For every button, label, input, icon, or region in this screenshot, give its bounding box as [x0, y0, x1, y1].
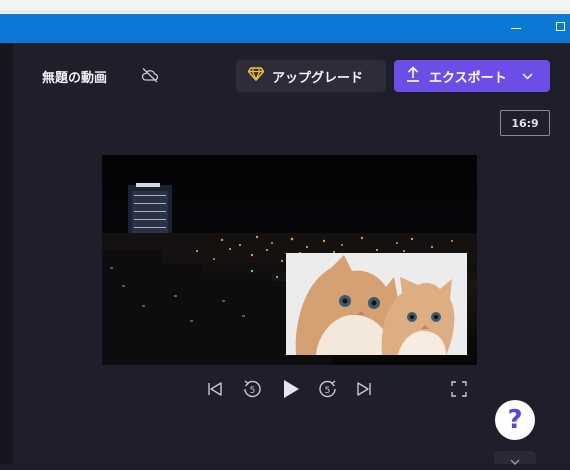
upgrade-label: アップグレード: [272, 70, 364, 86]
rewind-5-button[interactable]: 5: [240, 378, 264, 404]
window-titlebar: [0, 14, 570, 43]
chevron-down-icon: [522, 69, 533, 84]
project-title[interactable]: 無題の動画: [42, 67, 107, 86]
cloud-off-icon: [141, 67, 159, 83]
kittens-image[interactable]: [286, 253, 467, 355]
export-button[interactable]: エクスポート: [394, 60, 550, 92]
skip-forward-icon: [355, 381, 373, 401]
skip-to-end-button[interactable]: [352, 378, 376, 404]
chevron-down-icon: [509, 451, 521, 470]
forward-5-label: 5: [325, 386, 331, 396]
playback-controls: 5 5: [0, 378, 570, 406]
upgrade-button[interactable]: アップグレード: [236, 60, 386, 92]
forward-5-button[interactable]: 5: [316, 378, 340, 404]
play-button[interactable]: [279, 378, 303, 404]
export-label: エクスポート: [429, 70, 507, 86]
fullscreen-button[interactable]: [447, 378, 471, 404]
diamond-icon: [247, 67, 265, 85]
minimize-icon[interactable]: [511, 28, 521, 29]
skip-back-icon: [206, 381, 224, 401]
aspect-ratio-button[interactable]: 16:9: [500, 110, 550, 136]
rewind-5-label: 5: [250, 386, 256, 396]
fullscreen-icon: [451, 381, 467, 401]
rewind-5-icon: 5: [242, 379, 262, 403]
upload-icon: [406, 66, 420, 86]
divider: [0, 10, 570, 13]
maximize-icon[interactable]: [556, 22, 565, 31]
skip-to-start-button[interactable]: [203, 378, 227, 404]
play-icon: [281, 378, 301, 404]
os-top-strip: [0, 0, 570, 14]
forward-5-icon: 5: [318, 379, 338, 403]
help-button[interactable]: ?: [495, 400, 535, 440]
collapse-timeline-button[interactable]: [494, 451, 536, 465]
